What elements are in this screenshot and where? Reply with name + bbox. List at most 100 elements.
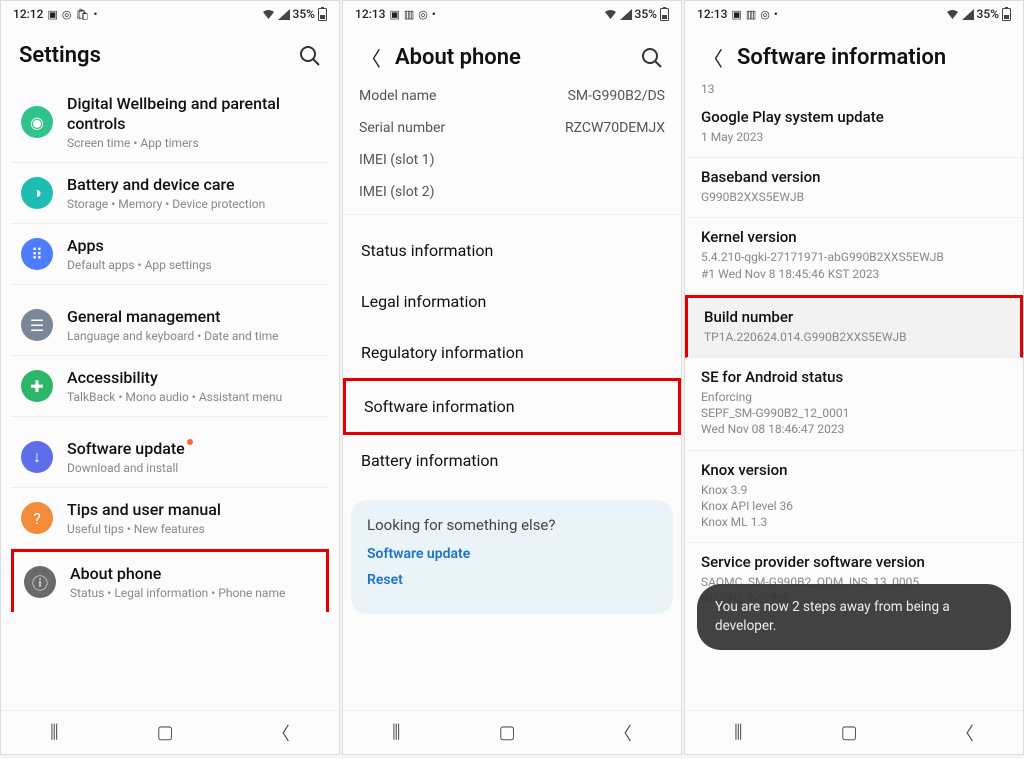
info-kernel[interactable]: Kernel version 5.4.210-qgki-27171971-abG… — [685, 218, 1023, 294]
item-sub: TalkBack • Mono audio • Assistant menu — [67, 390, 319, 404]
home-button[interactable]: ▢ — [499, 722, 516, 743]
item-sub: Useful tips • New features — [67, 522, 319, 536]
item-title: Software update — [67, 439, 319, 459]
settings-item-battery[interactable]: ◑ Battery and device care Storage • Memo… — [11, 163, 329, 224]
home-button[interactable]: ▢ — [157, 722, 174, 743]
notif-icon: ▣ — [731, 8, 741, 21]
list-software-info[interactable]: Software information — [343, 378, 681, 435]
back-button[interactable]: 〈 — [956, 720, 974, 746]
page-title: About phone — [395, 45, 627, 70]
header: 〈 About phone — [343, 27, 681, 80]
kv-key: Serial number — [359, 120, 445, 136]
notif-icon: 🛍 — [75, 8, 89, 21]
notif-icon: ◎ — [418, 8, 428, 21]
kv-key: Model name — [359, 88, 436, 104]
settings-item-general[interactable]: ☰ General management Language and keyboa… — [11, 295, 329, 356]
suggest-title: Looking for something else? — [367, 516, 657, 534]
update-icon: ↓ — [21, 441, 53, 473]
list-legal-info[interactable]: Legal information — [343, 276, 681, 327]
info-sub: G990B2XXS5EWJB — [701, 189, 1007, 205]
battery-text: 35% — [977, 7, 999, 21]
battery-icon — [1002, 7, 1011, 21]
list-status-info[interactable]: Status information — [343, 225, 681, 276]
signal-icon — [962, 9, 974, 20]
item-sub: Download and install — [67, 461, 319, 475]
item-title: Apps — [67, 236, 319, 256]
wellbeing-icon: ◉ — [21, 106, 53, 138]
screen-software-info: 12:13 ▣ ▥ ◎ • 35% 〈 Software information… — [684, 0, 1024, 755]
more-icon: • — [774, 8, 778, 21]
kv-val: SM-G990B2/DS — [568, 88, 665, 104]
info-sub: TP1A.220624.014.G990B2XXS5EWJB — [704, 329, 1004, 345]
notif-icon: ◎ — [62, 8, 72, 21]
home-button[interactable]: ▢ — [841, 722, 858, 743]
list-battery-info[interactable]: Battery information — [343, 435, 681, 486]
info-sub: 5.4.210-qgki-27171971-abG990B2XXS5EWJB #… — [701, 249, 1007, 281]
settings-item-accessibility[interactable]: ✚ Accessibility TalkBack • Mono audio • … — [11, 356, 329, 417]
info-title: Knox version — [701, 461, 1007, 479]
screen-settings: 12:12 ▣ ◎ 🛍 • 35% Settings ◉ — [0, 0, 340, 755]
back-icon[interactable]: 〈 — [703, 43, 723, 72]
status-bar: 12:13 ▣ ▥ ◎ • 35% — [685, 1, 1023, 27]
kv-model: Model name SM-G990B2/DS — [343, 80, 681, 112]
suggest-software-update[interactable]: Software update — [367, 546, 657, 562]
kv-key: IMEI (slot 1) — [359, 152, 434, 168]
item-sub: Default apps • App settings — [67, 258, 319, 272]
kv-imei1: IMEI (slot 1) — [343, 144, 681, 176]
info-sub: Enforcing SEPF_SM-G990B2_12_0001 Wed Nov… — [701, 389, 1007, 438]
about-content: Model name SM-G990B2/DS Serial number RZ… — [343, 80, 681, 710]
kv-val: RZCW70DEMJX — [565, 120, 665, 136]
search-icon[interactable] — [641, 47, 663, 69]
developer-toast: You are now 2 steps away from being a de… — [697, 584, 1011, 650]
nav-bar: ⫼ ▢ 〈 — [1, 710, 339, 754]
item-title: Digital Wellbeing and parental controls — [67, 94, 319, 134]
info-se-android[interactable]: SE for Android status Enforcing SEPF_SM-… — [685, 358, 1023, 451]
info-title: Build number — [704, 308, 1004, 326]
search-icon[interactable] — [299, 45, 321, 67]
info-title: Baseband version — [701, 168, 1007, 186]
info-baseband[interactable]: Baseband version G990B2XXS5EWJB — [685, 158, 1023, 218]
info-title: Service provider software version — [701, 553, 1007, 571]
general-icon: ☰ — [21, 309, 53, 341]
battery-icon — [318, 7, 327, 21]
item-title: Accessibility — [67, 368, 319, 388]
battery-icon — [660, 7, 669, 21]
wifi-icon — [262, 9, 275, 20]
settings-item-about-phone[interactable]: ⓘ About phone Status • Legal information… — [11, 549, 329, 612]
item-title: General management — [67, 307, 319, 327]
back-button[interactable]: 〈 — [614, 720, 632, 746]
item-title: Battery and device care — [67, 175, 319, 195]
battery-text: 35% — [635, 7, 657, 21]
info-sub: 1 May 2023 — [701, 129, 1007, 145]
signal-icon — [278, 9, 290, 20]
info-title: SE for Android status — [701, 368, 1007, 386]
tips-icon: ? — [21, 502, 53, 534]
info-knox[interactable]: Knox version Knox 3.9 Knox API level 36 … — [685, 451, 1023, 544]
info-google-play[interactable]: Google Play system update 1 May 2023 — [685, 98, 1023, 158]
back-button[interactable]: 〈 — [272, 720, 290, 746]
notif-icon: ◎ — [760, 8, 770, 21]
suggest-reset[interactable]: Reset — [367, 572, 657, 588]
settings-item-software-update[interactable]: ↓ Software update Download and install — [11, 427, 329, 488]
item-sub: Storage • Memory • Device protection — [67, 197, 319, 211]
nav-bar: ⫼ ▢ 〈 — [685, 710, 1023, 754]
more-icon: • — [93, 8, 97, 21]
recents-button[interactable]: ⫼ — [734, 722, 742, 743]
page-title: Settings — [19, 43, 285, 68]
nav-bar: ⫼ ▢ 〈 — [343, 710, 681, 754]
list-regulatory-info[interactable]: Regulatory information — [343, 327, 681, 378]
notif-icon: ▥ — [404, 8, 414, 21]
battery-care-icon: ◑ — [21, 177, 53, 209]
back-icon[interactable]: 〈 — [361, 43, 381, 72]
more-icon: • — [432, 8, 436, 21]
recents-button[interactable]: ⫼ — [50, 722, 58, 743]
kv-key: IMEI (slot 2) — [359, 184, 434, 200]
settings-item-wellbeing[interactable]: ◉ Digital Wellbeing and parental control… — [11, 82, 329, 163]
recents-button[interactable]: ⫼ — [392, 722, 400, 743]
item-sub: Screen time • App timers — [67, 136, 319, 150]
apps-icon: ⠿ — [21, 238, 53, 270]
settings-item-tips[interactable]: ? Tips and user manual Useful tips • New… — [11, 488, 329, 549]
item-title: About phone — [70, 564, 316, 584]
settings-item-apps[interactable]: ⠿ Apps Default apps • App settings — [11, 224, 329, 285]
info-build-number[interactable]: Build number TP1A.220624.014.G990B2XXS5E… — [685, 295, 1023, 358]
